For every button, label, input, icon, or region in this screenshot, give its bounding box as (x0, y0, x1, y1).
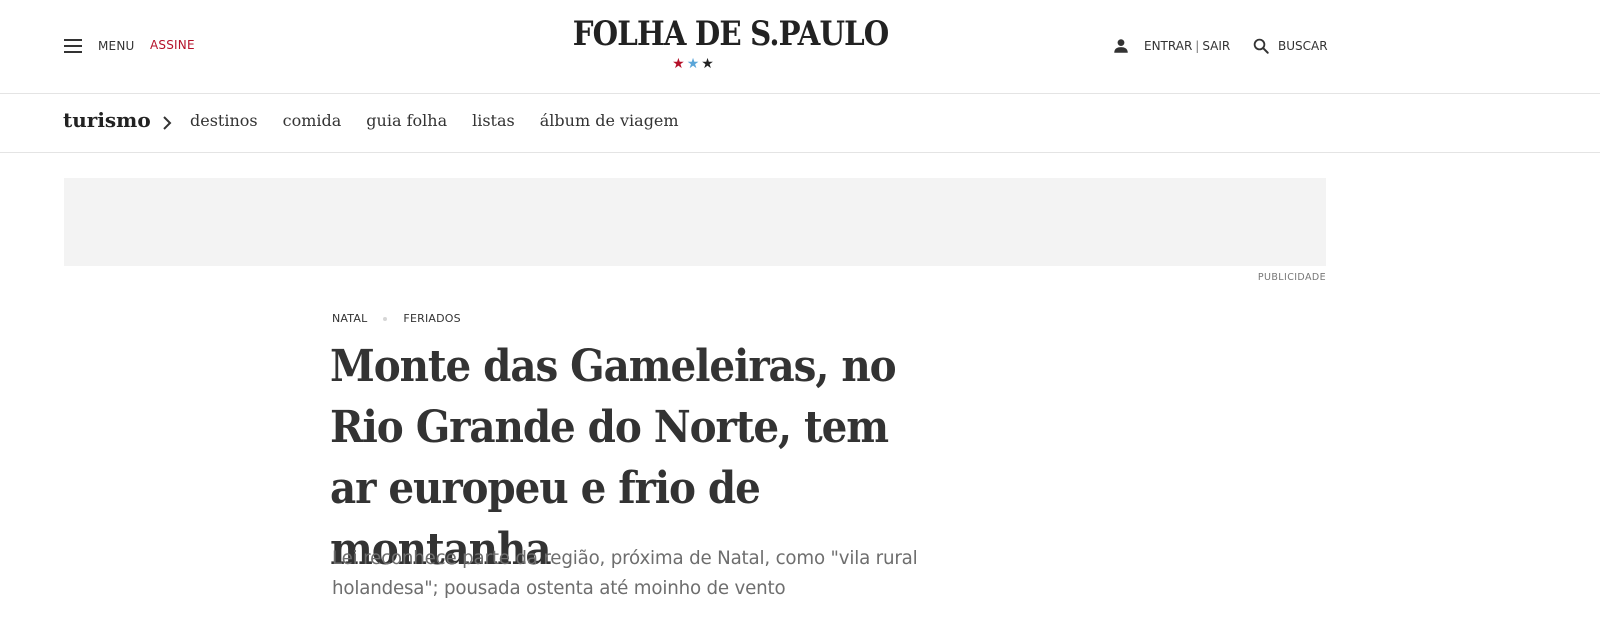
logo-text: FOLHA DE S.PAULO (572, 14, 890, 54)
section-nav: turismo destinos comida guia folha lista… (0, 95, 1600, 153)
ad-slot[interactable] (64, 178, 1326, 266)
kicker-row: NATAL FERIADOS (332, 312, 461, 325)
menu-label: MENU (98, 39, 135, 53)
logo-stars: ★★★ (553, 56, 835, 70)
section-nav-links: destinos comida guia folha listas álbum … (190, 111, 704, 130)
ad-label: PUBLICIDADE (1257, 272, 1326, 283)
logo-star-blue: ★ (686, 55, 702, 71)
logo-star-red: ★ (672, 55, 687, 71)
user-area: ENTRAR | SAIR (1112, 36, 1230, 56)
article-subheadline: Lei reconhece parte da região, próxima d… (332, 547, 918, 599)
nav-link-guia-folha[interactable]: guia folha (366, 111, 447, 130)
hamburger-icon (64, 39, 84, 53)
nav-link-listas[interactable]: listas (472, 111, 515, 130)
section-title[interactable]: turismo (63, 108, 151, 132)
user-icon[interactable] (1112, 37, 1130, 55)
assine-link[interactable]: ASSINE (150, 38, 195, 52)
search-button[interactable]: BUSCAR (1252, 36, 1328, 56)
search-icon (1253, 38, 1269, 54)
search-label: BUSCAR (1278, 39, 1328, 53)
kicker-natal[interactable]: NATAL (332, 312, 367, 325)
chevron-right-icon (163, 116, 172, 130)
menu-button[interactable]: MENU (64, 36, 135, 56)
sair-link[interactable]: SAIR (1202, 39, 1230, 53)
kicker-separator-dot (383, 316, 388, 321)
top-header: MENU ASSINE FOLHA DE S.PAULO ★★★ ENTRAR … (0, 0, 1600, 94)
logo-star-black: ★ (701, 55, 716, 71)
nav-link-album-de-viagem[interactable]: álbum de viagem (540, 111, 679, 130)
kicker-feriados[interactable]: FERIADOS (403, 312, 460, 325)
folha-logo[interactable]: FOLHA DE S.PAULO ★★★ (553, 14, 890, 70)
entrar-link[interactable]: ENTRAR (1144, 39, 1192, 53)
login-separator: | (1195, 39, 1200, 53)
nav-link-destinos[interactable]: destinos (190, 111, 258, 130)
nav-link-comida[interactable]: comida (283, 111, 342, 130)
